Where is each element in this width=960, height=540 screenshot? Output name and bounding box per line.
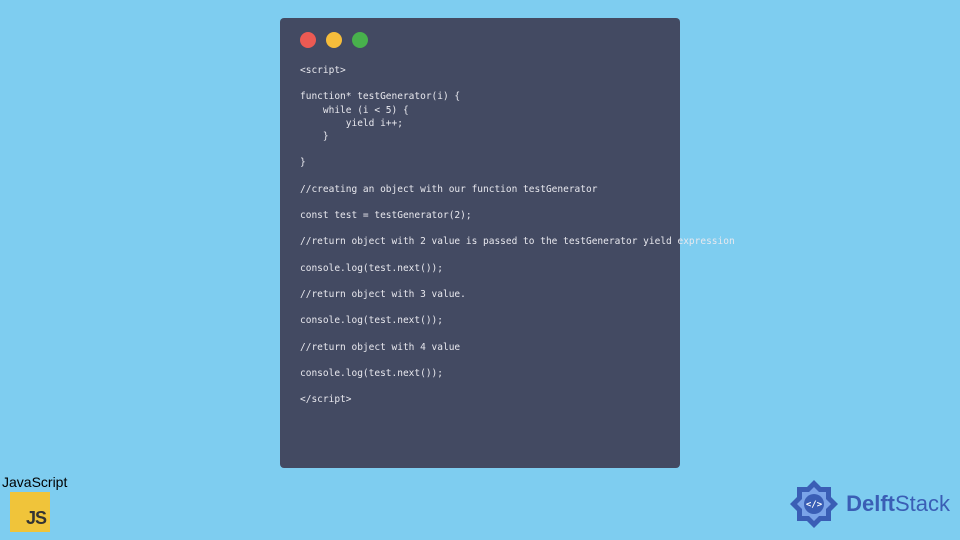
minimize-icon xyxy=(326,32,342,48)
code-blank-line xyxy=(300,77,660,90)
code-blank-line xyxy=(300,249,660,262)
brand-name-part2: Stack xyxy=(895,491,950,516)
code-blank-line xyxy=(300,143,660,156)
code-line: //return object with 3 value. xyxy=(300,288,660,301)
code-window: <script> function* testGenerator(i) { whi… xyxy=(280,18,680,468)
brand-logo-group: </> DelftStack xyxy=(788,478,950,530)
window-controls xyxy=(300,32,660,48)
code-line: yield i++; xyxy=(300,117,660,130)
js-label: JavaScript xyxy=(2,474,67,490)
code-blank-line xyxy=(300,301,660,314)
code-line: } xyxy=(300,130,660,143)
code-line: //return object with 4 value xyxy=(300,341,660,354)
code-blank-line xyxy=(300,328,660,341)
code-blank-line xyxy=(300,380,660,393)
code-line: //return object with 2 value is passed t… xyxy=(300,235,660,248)
code-blank-line xyxy=(300,354,660,367)
code-line: } xyxy=(300,156,660,169)
code-line: function* testGenerator(i) { xyxy=(300,90,660,103)
maximize-icon xyxy=(352,32,368,48)
close-icon xyxy=(300,32,316,48)
code-line: const test = testGenerator(2); xyxy=(300,209,660,222)
code-line: //creating an object with our function t… xyxy=(300,183,660,196)
brand-name: DelftStack xyxy=(846,491,950,517)
brand-name-part1: Delft xyxy=(846,491,895,516)
delftstack-logo-icon: </> xyxy=(788,478,840,530)
code-blank-line xyxy=(300,196,660,209)
code-blank-line xyxy=(300,170,660,183)
js-logo-text: JS xyxy=(26,508,46,529)
js-logo-icon: JS xyxy=(10,492,50,532)
code-line: while (i < 5) { xyxy=(300,104,660,117)
javascript-badge: JavaScript JS xyxy=(0,474,67,532)
code-line: console.log(test.next()); xyxy=(300,314,660,327)
svg-text:</>: </> xyxy=(806,500,823,510)
code-blank-line xyxy=(300,222,660,235)
code-line: console.log(test.next()); xyxy=(300,367,660,380)
code-line: console.log(test.next()); xyxy=(300,262,660,275)
code-blank-line xyxy=(300,275,660,288)
code-line: <script> xyxy=(300,64,660,77)
code-line: </script> xyxy=(300,393,660,406)
code-content: <script> function* testGenerator(i) { whi… xyxy=(300,64,660,406)
